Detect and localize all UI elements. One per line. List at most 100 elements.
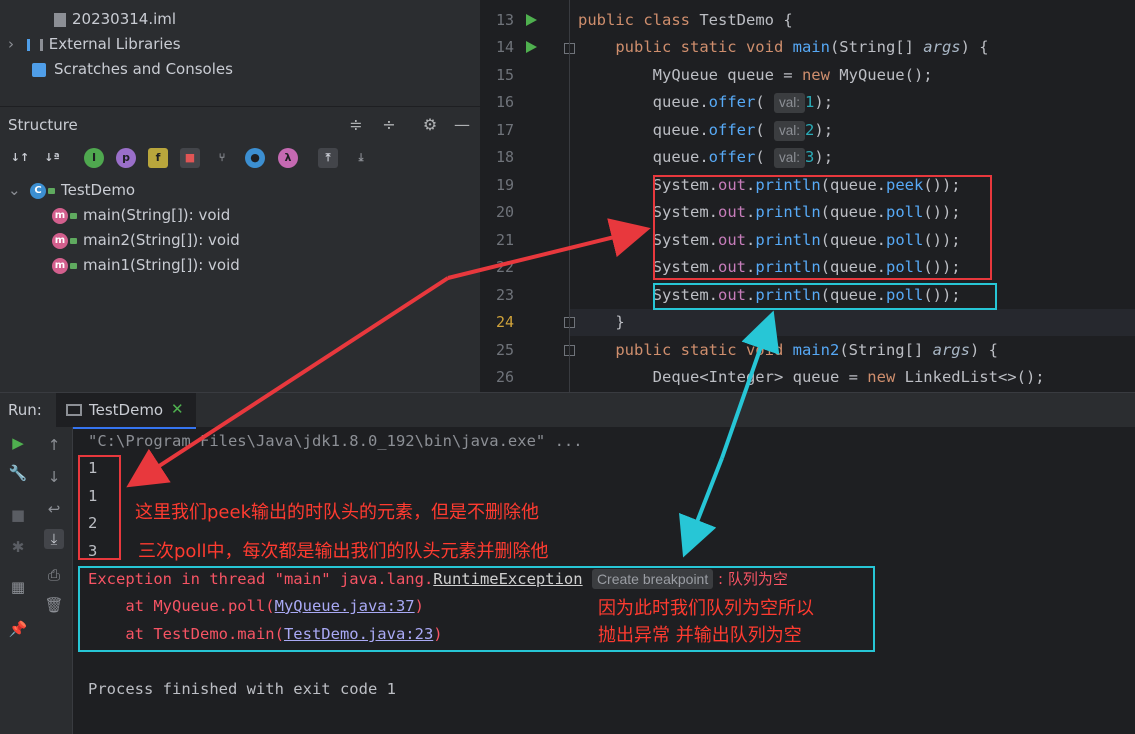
gutter-separator xyxy=(569,0,570,392)
run-panel: Run: TestDemo ✕ ▶ 🔧 ■ ✱ ▦ 📌 ↑ ↓ ↩ ⤓ ⎙ 🗑 … xyxy=(0,392,1135,734)
lock-icon xyxy=(70,262,77,269)
method-icon: m xyxy=(52,207,68,224)
trash-icon[interactable]: 🗑 xyxy=(44,595,64,615)
lock-icon xyxy=(48,187,55,194)
anonymous-classes-icon[interactable]: ● xyxy=(245,148,265,168)
sort-visibility-icon[interactable]: ↓↑ xyxy=(10,148,30,168)
console-finished-line: Process finished with exit code 1 xyxy=(88,680,396,698)
chevron-down-icon[interactable]: ⌄ xyxy=(8,178,30,202)
autoscroll-from-source-icon[interactable]: ⤓ xyxy=(351,148,371,168)
class-icon: C xyxy=(30,182,46,199)
console-command-line: "C:\Program Files\Java\jdk1.8.0_192\bin\… xyxy=(88,432,583,450)
structure-panel: Structure ≑ ÷ ⚙ — ↓↑ ↓ª I p f ■ ⑂ ● λ ⤒ … xyxy=(0,106,480,393)
param-hint: val: xyxy=(774,121,806,141)
arrow-up-icon[interactable]: ↑ xyxy=(44,435,64,455)
lambdas-icon[interactable]: ⑂ xyxy=(212,148,232,168)
line-number: 25 xyxy=(495,341,514,359)
line-number: 17 xyxy=(495,121,514,139)
stop-icon[interactable]: ■ xyxy=(8,505,28,525)
line-number: 26 xyxy=(495,368,514,386)
editor-gutter: 13 14 15 16 17 18 19 20 21 22 23 24 25 2… xyxy=(480,0,575,392)
line-number: 15 xyxy=(495,66,514,84)
sort-alpha-icon[interactable]: ↓ª xyxy=(42,148,62,168)
run-toolbar-left: ▶ 🔧 ■ ✱ ▦ 📌 xyxy=(0,427,36,734)
tree-item-external-libraries[interactable]: › External Libraries xyxy=(8,33,181,55)
chevron-right-icon[interactable]: › xyxy=(8,33,22,55)
annotation-note-exception-1: 因为此时我们队列为空所以 xyxy=(598,598,814,619)
structure-method-node[interactable]: m main1(String[]): void xyxy=(52,253,240,277)
annotation-box-last-poll xyxy=(653,283,997,310)
code-line-13: public class TestDemo { xyxy=(578,11,793,29)
structure-header: Structure ≑ ÷ ⚙ — xyxy=(0,107,480,143)
line-number: 18 xyxy=(495,148,514,166)
minimize-icon[interactable]: — xyxy=(452,115,472,135)
param-hint: val: xyxy=(774,148,806,168)
run-tab-testdemo[interactable]: TestDemo ✕ xyxy=(56,393,196,429)
tree-item-scratches[interactable]: Scratches and Consoles xyxy=(32,58,233,80)
tree-item-label: Scratches and Consoles xyxy=(54,60,233,78)
lock-icon xyxy=(70,237,77,244)
panel-title: Structure xyxy=(8,116,78,134)
wrench-icon[interactable]: 🔧 xyxy=(8,463,28,483)
close-icon[interactable]: ✕ xyxy=(171,400,184,418)
soft-wrap-icon[interactable]: ↩ xyxy=(44,499,64,519)
structure-class-node[interactable]: ⌄ C TestDemo xyxy=(8,178,135,202)
console-icon xyxy=(66,404,82,416)
method-icon: m xyxy=(52,232,68,249)
debug-icon[interactable]: ✱ xyxy=(8,537,28,557)
annotation-box-peek-poll xyxy=(653,175,992,280)
tree-item-label: External Libraries xyxy=(48,35,181,53)
structure-method-node[interactable]: m main(String[]): void xyxy=(52,203,230,227)
line-number: 19 xyxy=(495,176,514,194)
line-number: 13 xyxy=(495,11,514,29)
iml-file-icon xyxy=(54,12,66,27)
method-label: main1(String[]): void xyxy=(83,256,240,274)
code-line-24: } xyxy=(615,313,625,331)
annotation-note-exception-2: 抛出异常 并输出队列为空 xyxy=(598,625,802,646)
caret-line-highlight xyxy=(570,309,1135,336)
libraries-icon xyxy=(26,38,43,51)
code-line-18: queue.offer( val: 3); xyxy=(652,148,834,168)
line-number: 21 xyxy=(495,231,514,249)
code-line-15: MyQueue queue = new MyQueue(); xyxy=(652,66,933,84)
layout-icon[interactable]: ▦ xyxy=(8,577,28,597)
properties-icon[interactable]: p xyxy=(116,148,136,168)
run-tab-label: TestDemo xyxy=(89,401,164,419)
non-public-icon[interactable]: ■ xyxy=(180,148,200,168)
run-gutter-icon[interactable] xyxy=(526,14,537,26)
autoscroll-to-source-icon[interactable]: ⤒ xyxy=(318,148,338,168)
gear-icon[interactable]: ⚙ xyxy=(420,115,440,135)
run-toolbar-right: ↑ ↓ ↩ ⤓ ⎙ 🗑 xyxy=(36,427,73,734)
annotation-note-poll: 三次poll中，每次都是输出我们的队头元素并删除他 xyxy=(138,541,549,562)
project-tree: 20230314.iml › External Libraries Scratc… xyxy=(0,0,480,106)
arrow-down-icon[interactable]: ↓ xyxy=(44,467,64,487)
expand-all-icon[interactable]: ≑ xyxy=(346,115,366,135)
pin-icon[interactable]: 📌 xyxy=(8,619,28,639)
collapse-all-icon[interactable]: ÷ xyxy=(379,115,399,135)
line-number: 23 xyxy=(495,286,514,304)
annotation-note-peek: 这里我们peek输出的时队头的元素，但是不删除他 xyxy=(135,502,539,523)
inherited-icon[interactable]: I xyxy=(84,148,104,168)
rerun-icon[interactable]: ▶ xyxy=(8,433,28,453)
lambda-icon[interactable]: λ xyxy=(278,148,298,168)
line-number: 24 xyxy=(495,313,514,331)
tree-item-label: 20230314.iml xyxy=(72,10,177,28)
lock-icon xyxy=(70,212,77,219)
code-line-25: public static void main2(String[] args) … xyxy=(615,341,998,359)
code-line-14: public static void main(String[] args) { xyxy=(615,38,989,56)
line-number: 14 xyxy=(495,38,514,56)
scroll-to-end-icon[interactable]: ⤓ xyxy=(44,529,64,549)
run-gutter-icon[interactable] xyxy=(526,41,537,53)
run-tabbar: Run: TestDemo ✕ xyxy=(0,393,1135,429)
fields-icon[interactable]: f xyxy=(148,148,168,168)
code-line-26: Deque<Integer> queue = new LinkedList<>(… xyxy=(652,368,1045,386)
line-number: 20 xyxy=(495,203,514,221)
line-number: 16 xyxy=(495,93,514,111)
tree-item-iml[interactable]: 20230314.iml xyxy=(54,8,176,30)
method-label: main(String[]): void xyxy=(83,206,231,224)
structure-toolbar: ↓↑ ↓ª I p f ■ ⑂ ● λ ⤒ ⤓ xyxy=(0,145,480,173)
print-icon[interactable]: ⎙ xyxy=(44,565,64,585)
line-number: 22 xyxy=(495,258,514,276)
run-label: Run: xyxy=(8,401,42,419)
structure-method-node[interactable]: m main2(String[]): void xyxy=(52,228,240,252)
